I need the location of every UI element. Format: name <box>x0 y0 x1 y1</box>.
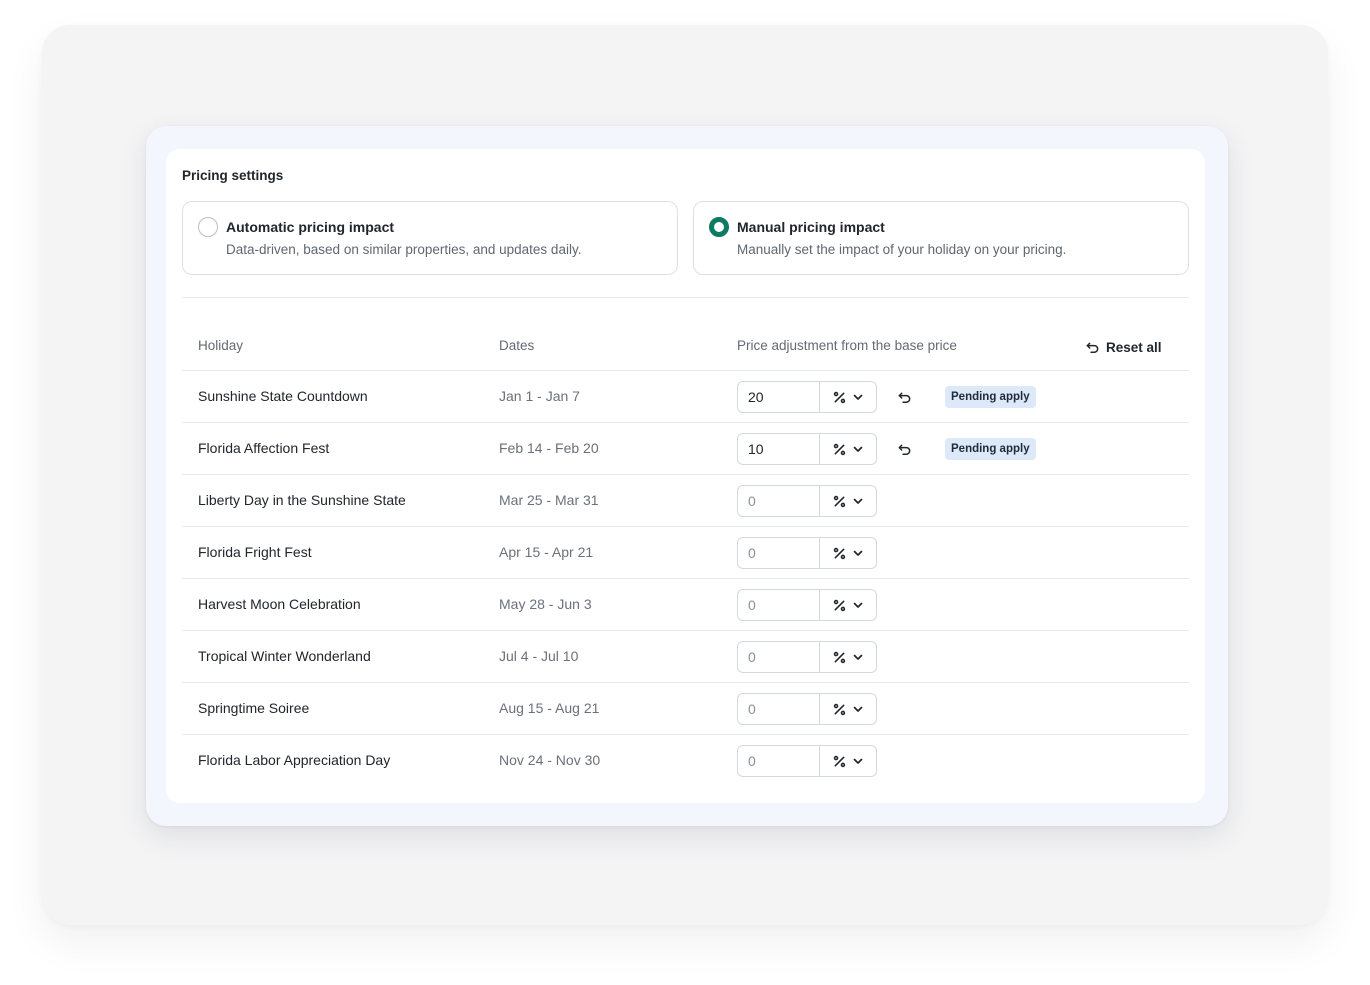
holiday-dates: Jan 1 - Jan 7 <box>499 388 580 404</box>
column-header-adjustment: Price adjustment from the base price <box>737 338 957 353</box>
column-header-holiday: Holiday <box>198 338 244 353</box>
table-header: Holiday Dates Price adjustment from the … <box>182 327 1189 371</box>
price-adjustment-input[interactable] <box>738 486 820 516</box>
price-adjustment-input[interactable] <box>738 538 820 568</box>
holiday-dates: Jul 4 - Jul 10 <box>499 648 579 664</box>
price-adjustment-control <box>737 745 877 777</box>
price-adjustment-input[interactable] <box>738 590 820 620</box>
holiday-dates: Mar 25 - Mar 31 <box>499 492 599 508</box>
status-badge: Pending apply <box>945 438 1036 460</box>
unit-dropdown[interactable] <box>820 642 876 672</box>
holiday-dates: Apr 15 - Apr 21 <box>499 544 594 560</box>
chevron-down-icon <box>852 495 864 507</box>
unit-dropdown[interactable] <box>820 590 876 620</box>
chevron-down-icon <box>852 599 864 611</box>
price-adjustment-control <box>737 433 877 465</box>
percent-icon <box>833 703 846 716</box>
holiday-name: Florida Labor Appreciation Day <box>198 752 391 768</box>
table-row: Harvest Moon Celebration May 28 - Jun 3 <box>182 579 1189 631</box>
percent-icon <box>833 443 846 456</box>
holiday-dates: Aug 15 - Aug 21 <box>499 700 600 716</box>
percent-icon <box>833 495 846 508</box>
unit-dropdown[interactable] <box>820 382 876 412</box>
table-row: Florida Labor Appreciation Day Nov 24 - … <box>182 735 1189 787</box>
pricing-window: Pricing settings Automatic pricing impac… <box>146 126 1228 826</box>
option-description: Data-driven, based on similar properties… <box>226 242 582 257</box>
table-row: Tropical Winter Wonderland Jul 4 - Jul 1… <box>182 631 1189 683</box>
option-title: Manual pricing impact <box>737 219 885 235</box>
automatic-pricing-radio[interactable] <box>198 217 218 237</box>
price-adjustment-input[interactable] <box>738 642 820 672</box>
percent-icon <box>833 755 846 768</box>
percent-icon <box>833 547 846 560</box>
chevron-down-icon <box>852 443 864 455</box>
holiday-dates: May 28 - Jun 3 <box>499 596 592 612</box>
table-row: Springtime Soiree Aug 15 - Aug 21 <box>182 683 1189 735</box>
unit-dropdown[interactable] <box>820 434 876 464</box>
pricing-settings-card: Pricing settings Automatic pricing impac… <box>166 149 1205 803</box>
undo-icon <box>1085 340 1106 355</box>
holiday-name: Tropical Winter Wonderland <box>198 648 371 664</box>
undo-icon <box>897 390 912 405</box>
chevron-down-icon <box>852 755 864 767</box>
chevron-down-icon <box>852 547 864 559</box>
price-adjustment-control <box>737 381 877 413</box>
manual-pricing-radio[interactable] <box>709 217 729 237</box>
status-badge: Pending apply <box>945 386 1036 408</box>
price-adjustment-control <box>737 485 877 517</box>
chevron-down-icon <box>852 651 864 663</box>
price-adjustment-input[interactable] <box>738 694 820 724</box>
chevron-down-icon <box>852 391 864 403</box>
percent-icon <box>833 599 846 612</box>
price-adjustment-input[interactable] <box>738 434 820 464</box>
table-row: Liberty Day in the Sunshine State Mar 25… <box>182 475 1189 527</box>
holiday-name: Sunshine State Countdown <box>198 388 368 404</box>
holiday-name: Florida Affection Fest <box>198 440 330 456</box>
table-row: Sunshine State Countdown Jan 1 - Jan 7 2… <box>182 371 1189 423</box>
price-adjustment-control <box>737 693 877 725</box>
holiday-name: Springtime Soiree <box>198 700 310 716</box>
chevron-down-icon <box>852 703 864 715</box>
price-adjustment-control <box>737 589 877 621</box>
price-adjustment-input[interactable] <box>738 382 820 412</box>
unit-dropdown[interactable] <box>820 694 876 724</box>
undo-row-button[interactable] <box>895 440 913 458</box>
column-header-dates: Dates <box>499 338 535 353</box>
option-title: Automatic pricing impact <box>226 219 395 235</box>
holiday-dates: Nov 24 - Nov 30 <box>499 752 601 768</box>
undo-icon <box>897 442 912 457</box>
section-title: Pricing settings <box>182 168 284 183</box>
undo-row-button[interactable] <box>895 388 913 406</box>
price-adjustment-input[interactable] <box>738 746 820 776</box>
holiday-name: Florida Fright Fest <box>198 544 312 560</box>
table-row: Florida Affection Fest Feb 14 - Feb 20 1… <box>182 423 1189 475</box>
manual-pricing-option[interactable]: Manual pricing impact Manually set the i… <box>693 201 1189 275</box>
percent-icon <box>833 651 846 664</box>
unit-dropdown[interactable] <box>820 486 876 516</box>
holiday-name: Harvest Moon Celebration <box>198 596 361 612</box>
divider <box>182 297 1189 298</box>
unit-dropdown[interactable] <box>820 746 876 776</box>
price-adjustment-control <box>737 641 877 673</box>
holiday-dates: Feb 14 - Feb 20 <box>499 440 599 456</box>
table-row: Florida Fright Fest Apr 15 - Apr 21 <box>182 527 1189 579</box>
price-adjustment-control <box>737 537 877 569</box>
percent-icon <box>833 391 846 404</box>
option-description: Manually set the impact of your holiday … <box>737 242 1067 257</box>
holiday-name: Liberty Day in the Sunshine State <box>198 492 406 508</box>
reset-all-label: Reset all <box>1106 339 1162 355</box>
unit-dropdown[interactable] <box>820 538 876 568</box>
reset-all-button[interactable]: Reset all <box>1085 335 1162 359</box>
automatic-pricing-option[interactable]: Automatic pricing impact Data-driven, ba… <box>182 201 678 275</box>
